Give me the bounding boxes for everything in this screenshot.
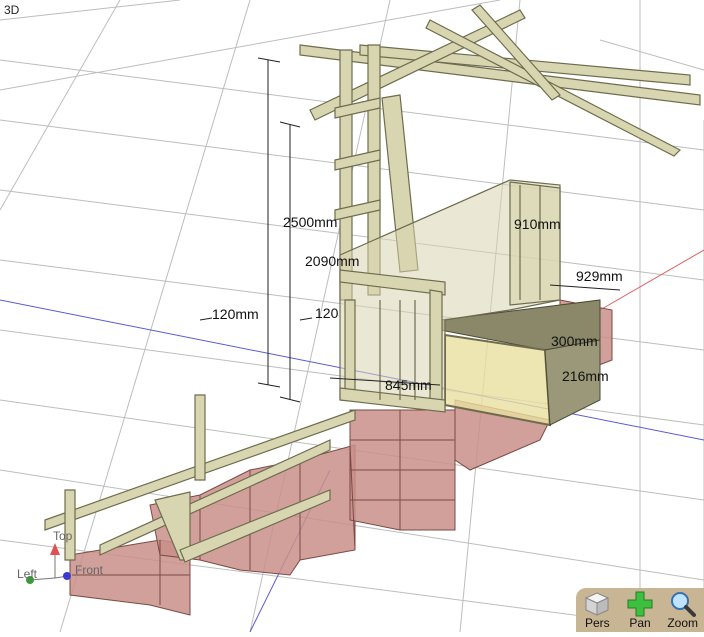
- scene-canvas[interactable]: 2500mm 2090mm 120mm 120 910mm 929mm 300m…: [0, 0, 704, 633]
- dim-929: 929mm: [576, 268, 623, 284]
- 3d-viewport[interactable]: 2500mm 2090mm 120mm 120 910mm 929mm 300m…: [0, 0, 704, 633]
- deck-box: [439, 299, 601, 427]
- perspective-button[interactable]: Pers: [576, 588, 619, 632]
- cube-icon: [585, 592, 610, 616]
- axis-label-front: Front: [75, 563, 104, 577]
- plus-move-icon: [627, 591, 653, 617]
- top-axis-arrow-icon: [50, 543, 60, 555]
- dim-910: 910mm: [514, 216, 561, 232]
- dim-120-a: 120mm: [212, 306, 259, 322]
- navigation-toolbar: Pers Pan Zoom: [576, 588, 704, 632]
- zoom-button[interactable]: Zoom: [661, 588, 704, 632]
- axis-label-top: Top: [53, 529, 73, 543]
- dim-216: 216mm: [562, 368, 609, 384]
- dim-845: 845mm: [385, 377, 432, 393]
- pan-button[interactable]: Pan: [619, 588, 662, 632]
- axis-label-left: Left: [17, 567, 38, 581]
- dim-120-b: 120: [315, 305, 339, 321]
- dim-2500: 2500mm: [283, 214, 337, 230]
- view-mode-label: 3D: [4, 3, 20, 17]
- dim-300: 300mm: [551, 333, 598, 349]
- front-axis-dot-icon: [63, 572, 71, 580]
- magnifier-icon: [670, 592, 696, 617]
- dim-2090: 2090mm: [305, 253, 359, 269]
